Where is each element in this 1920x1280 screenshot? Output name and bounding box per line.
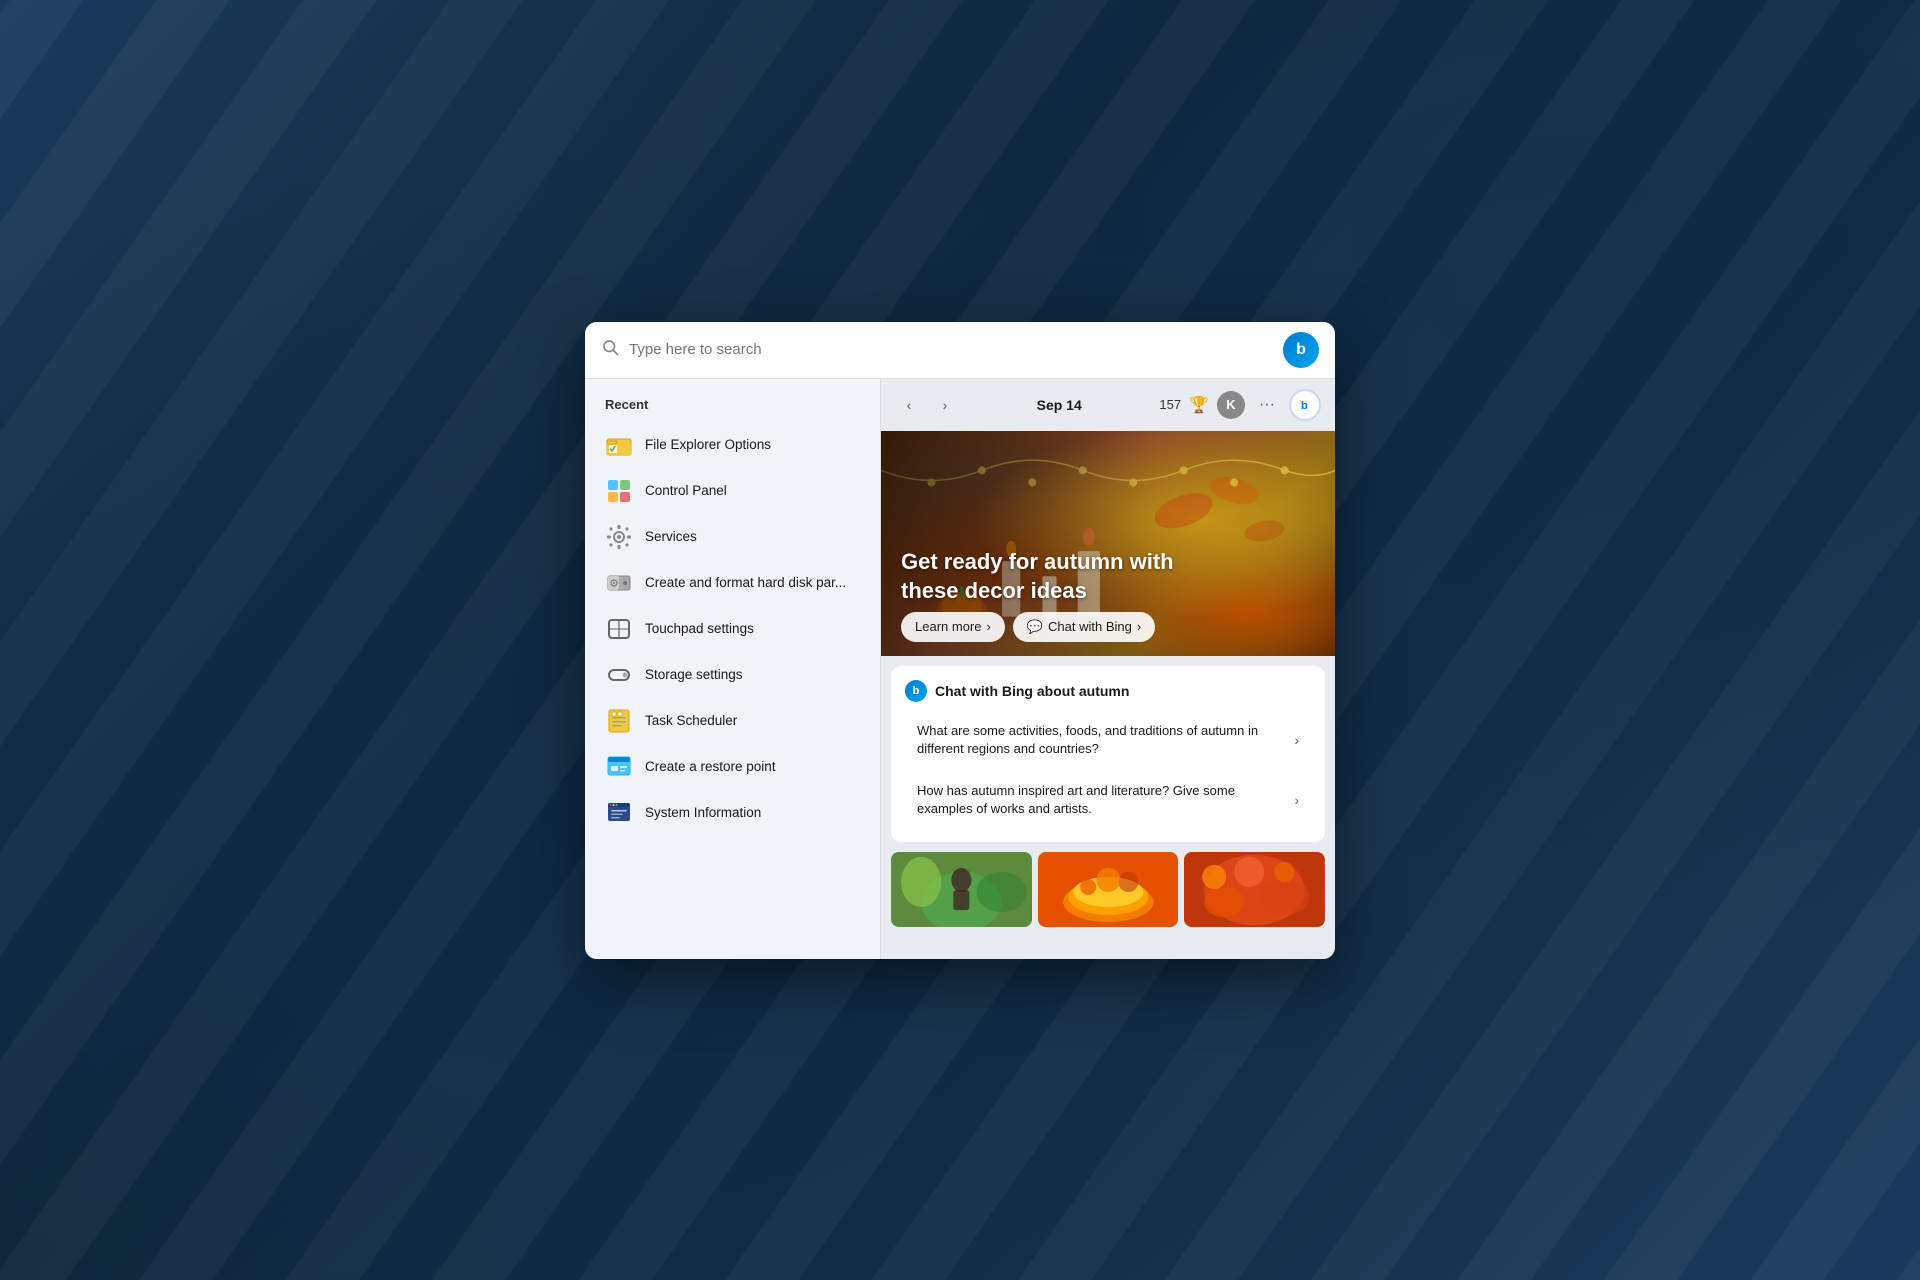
bing-topbar-button[interactable]: b (1289, 389, 1321, 421)
services-icon (605, 523, 633, 551)
chat-section-title: Chat with Bing about autumn (935, 683, 1129, 699)
control-panel-icon (605, 477, 633, 505)
thumbnail-1[interactable] (891, 852, 1032, 927)
thumbnail-3[interactable] (1184, 852, 1325, 927)
storage-icon (605, 661, 633, 689)
system-information-label: System Information (645, 805, 761, 820)
more-options-button[interactable]: ··· (1253, 391, 1281, 419)
task-scheduler-icon (605, 707, 633, 735)
disk-partition-icon (605, 569, 633, 597)
left-panel: Recent File Explorer Options (585, 379, 880, 959)
sidebar-item-storage[interactable]: Storage settings (585, 652, 880, 698)
search-icon (601, 338, 619, 361)
right-panel-scroll[interactable]: Get ready for autumn with these decor id… (881, 431, 1335, 959)
system-information-icon (605, 799, 633, 827)
control-panel-label: Control Panel (645, 483, 727, 498)
bing-logo-icon: b (1296, 341, 1306, 359)
thumbnail-2[interactable] (1038, 852, 1179, 927)
sidebar-item-services[interactable]: Services (585, 514, 880, 560)
restore-point-icon (605, 753, 633, 781)
chevron-right-icon-1: › (1294, 732, 1299, 748)
restore-point-label: Create a restore point (645, 759, 776, 774)
right-panel: ‹ › Sep 14 157 🏆 K ··· b (880, 379, 1335, 959)
storage-label: Storage settings (645, 667, 743, 682)
recent-label: Recent (585, 397, 880, 422)
hero-title: Get ready for autumn with these decor id… (901, 548, 1181, 605)
chat-question-2-text: How has autumn inspired art and literatu… (917, 782, 1286, 818)
touchpad-icon (605, 615, 633, 643)
nav-prev-button[interactable]: ‹ (895, 391, 923, 419)
chat-icon: 💬 (1027, 619, 1043, 635)
chat-header: b Chat with Bing about autumn (905, 680, 1311, 702)
hero-text: Get ready for autumn with these decor id… (901, 548, 1181, 605)
date-label: Sep 14 (967, 397, 1151, 413)
notification-area: 157 🏆 K ··· b (1159, 389, 1321, 421)
thumbnail-row (881, 852, 1335, 937)
chat-question-1-text: What are some activities, foods, and tra… (917, 722, 1286, 758)
sidebar-item-control-panel[interactable]: Control Panel (585, 468, 880, 514)
services-label: Services (645, 529, 697, 544)
right-topbar: ‹ › Sep 14 157 🏆 K ··· b (881, 379, 1335, 431)
file-explorer-options-label: File Explorer Options (645, 437, 771, 452)
sidebar-item-system-information[interactable]: System Information (585, 790, 880, 836)
nav-next-button[interactable]: › (931, 391, 959, 419)
task-scheduler-label: Task Scheduler (645, 713, 737, 728)
chat-question-1[interactable]: What are some activities, foods, and tra… (905, 712, 1311, 768)
sidebar-item-restore-point[interactable]: Create a restore point (585, 744, 880, 790)
search-bar: b (585, 322, 1335, 379)
search-popup: b Recent File Explorer Opti (585, 322, 1335, 959)
sidebar-item-touchpad[interactable]: Touchpad settings (585, 606, 880, 652)
learn-more-label: Learn more (915, 619, 981, 634)
sidebar-item-file-explorer-options[interactable]: File Explorer Options (585, 422, 880, 468)
notification-count: 157 (1159, 397, 1181, 412)
bing-mini-icon: b (905, 680, 927, 702)
chat-section: b Chat with Bing about autumn What are s… (891, 666, 1325, 843)
popup-body: Recent File Explorer Options (585, 379, 1335, 959)
user-avatar[interactable]: K (1217, 391, 1245, 419)
hero-image: Get ready for autumn with these decor id… (881, 431, 1335, 656)
sidebar-item-disk-partition[interactable]: Create and format hard disk par... (585, 560, 880, 606)
learn-more-arrow: › (986, 619, 990, 634)
hero-actions: Learn more › 💬 Chat with Bing › (901, 612, 1155, 642)
chat-with-bing-button[interactable]: 💬 Chat with Bing › (1013, 612, 1155, 642)
sidebar-item-task-scheduler[interactable]: Task Scheduler (585, 698, 880, 744)
bing-search-button[interactable]: b (1283, 332, 1319, 368)
trophy-icon: 🏆 (1189, 395, 1209, 415)
chevron-right-icon-2: › (1294, 792, 1299, 808)
touchpad-label: Touchpad settings (645, 621, 754, 636)
svg-text:b: b (1301, 400, 1308, 412)
search-input[interactable] (629, 341, 1273, 358)
chat-question-2[interactable]: How has autumn inspired art and literatu… (905, 772, 1311, 828)
file-explorer-options-icon (605, 431, 633, 459)
chat-bing-label: Chat with Bing (1048, 619, 1132, 634)
disk-partition-label: Create and format hard disk par... (645, 575, 846, 590)
learn-more-button[interactable]: Learn more › (901, 612, 1005, 642)
chat-arrow: › (1137, 619, 1141, 634)
